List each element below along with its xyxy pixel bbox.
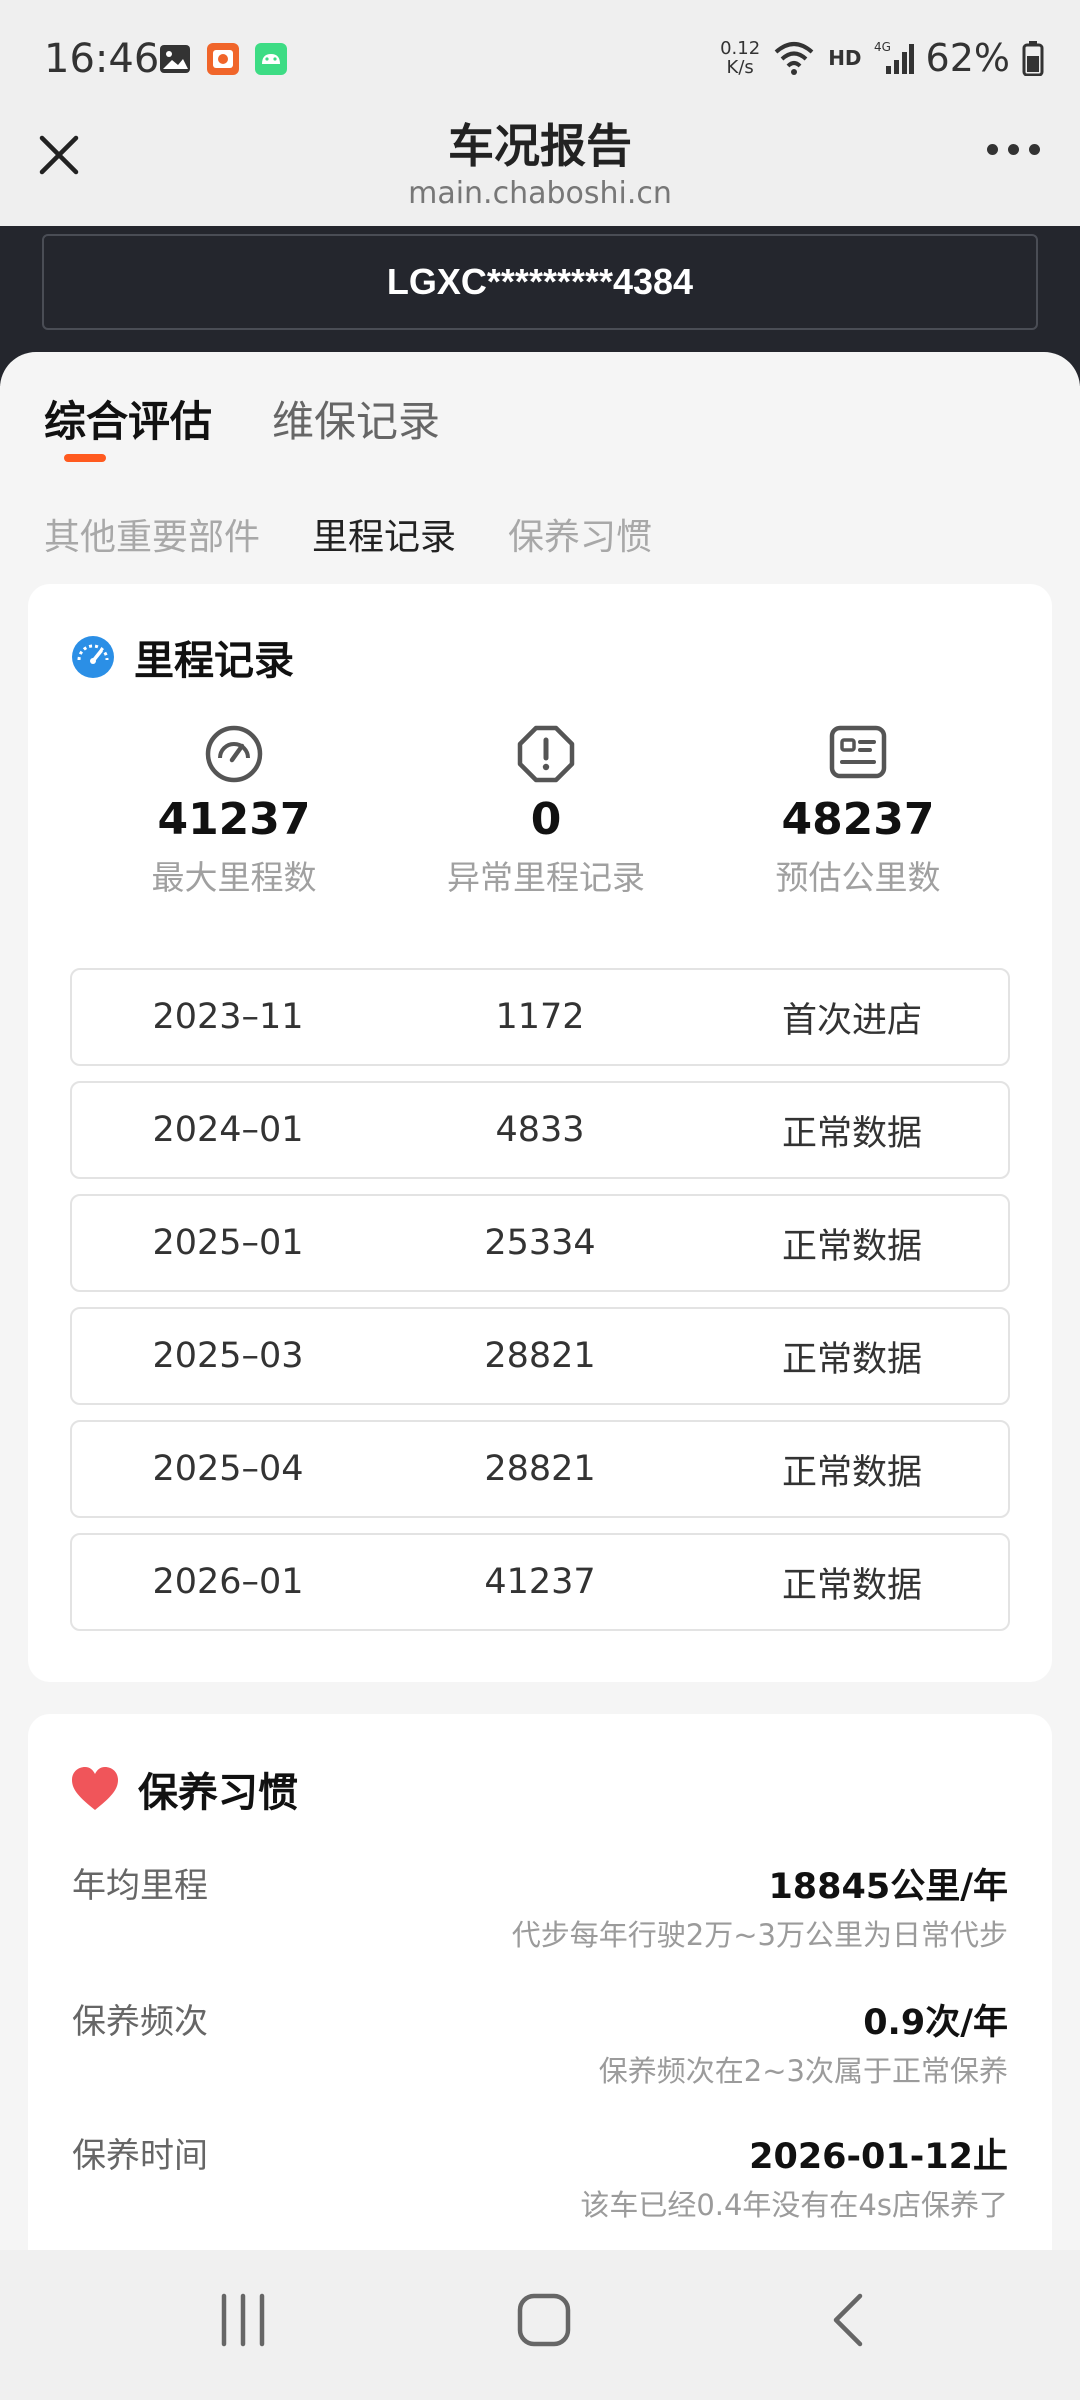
system-nav-bar — [0, 2250, 1080, 2400]
habit-note: 保养频次在2~3次属于正常保养 — [598, 2054, 1008, 2088]
signal-icon: 4G — [874, 40, 914, 74]
tab-maintenance-records[interactable]: 维保记录 — [272, 388, 440, 449]
record-mileage: 25334 — [484, 1223, 596, 1263]
subtab-mileage[interactable]: 里程记录 — [312, 508, 456, 560]
record-mileage: 1172 — [495, 997, 585, 1037]
record-status: 首次进店 — [781, 1000, 922, 1041]
notification-icons — [158, 42, 288, 76]
record-status: 正常数据 — [781, 1226, 922, 1267]
mileage-stats: 41237 最大里程数 0 异常里程记录 48237 预估公里数 — [28, 724, 1052, 899]
stat-label: 异常里程记录 — [447, 858, 645, 897]
stat-value: 0 — [530, 794, 562, 845]
habit-card-title: 保养习惯 — [138, 1770, 298, 1816]
record-status: 正常数据 — [781, 1565, 922, 1606]
stat-value: 48237 — [781, 794, 935, 845]
gauge-icon — [72, 636, 114, 678]
back-icon[interactable] — [830, 2292, 866, 2348]
stat-icon-wrap — [702, 724, 1014, 786]
record-date: 2023–11 — [152, 997, 304, 1037]
more-dot — [1008, 144, 1019, 155]
subtab-maintenance-habit[interactable]: 保养习惯 — [508, 508, 652, 560]
habit-note: 代步每年行驶2万~3万公里为日常代步 — [511, 1918, 1008, 1952]
habit-value: 2026-01-12止 — [749, 2137, 1008, 2177]
table-row: 2025–04 28821 正常数据 — [70, 1420, 1010, 1518]
recent-apps-icon[interactable] — [218, 2292, 268, 2348]
vin-number: LGXC*********4384 — [42, 234, 1038, 330]
habit-card-header: 保养习惯 — [70, 1760, 298, 1818]
report-sheet: 综合评估 维保记录 其他重要部件 里程记录 保养习惯 里程记录 41237 最大… — [0, 352, 1080, 2252]
mileage-records-list: 2023–11 1172 首次进店 2024–01 4833 正常数据 2025… — [70, 968, 1010, 1646]
status-time: 16:46 — [44, 36, 160, 82]
mileage-card-header: 里程记录 — [70, 628, 294, 686]
habit-value: 18845公里/年 — [768, 1867, 1008, 1907]
subtab-other-parts[interactable]: 其他重要部件 — [44, 508, 260, 560]
stat-max-mileage: 41237 最大里程数 — [78, 724, 390, 899]
record-mileage: 28821 — [484, 1336, 596, 1376]
record-mileage: 28821 — [484, 1449, 596, 1489]
table-row: 2025–03 28821 正常数据 — [70, 1307, 1010, 1405]
more-dot — [1029, 144, 1040, 155]
record-status: 正常数据 — [781, 1452, 922, 1493]
record-date: 2024–01 — [152, 1110, 304, 1150]
mileage-card-title: 里程记录 — [134, 638, 294, 684]
tab-overall-evaluation[interactable]: 综合评估 — [44, 388, 212, 449]
stat-estimated-mileage: 48237 预估公里数 — [702, 724, 1014, 899]
tab-active-indicator — [64, 454, 106, 462]
habit-value: 0.9次/年 — [863, 2003, 1008, 2043]
table-row: 2023–11 1172 首次进店 — [70, 968, 1010, 1066]
table-row: 2024–01 4833 正常数据 — [70, 1081, 1010, 1179]
speedometer-icon — [205, 725, 263, 783]
android-icon — [255, 43, 287, 75]
habit-label: 年均里程 — [72, 1866, 208, 1906]
nav-bar: 车况报告 main.chaboshi.cn — [0, 110, 1080, 226]
more-menu-icon[interactable] — [987, 144, 1040, 155]
stat-value: 41237 — [157, 794, 311, 845]
table-row: 2026–01 41237 正常数据 — [70, 1533, 1010, 1631]
record-date: 2026–01 — [152, 1562, 304, 1602]
record-status: 正常数据 — [781, 1339, 922, 1380]
heart-icon — [72, 1767, 118, 1810]
table-row: 2025–01 25334 正常数据 — [70, 1194, 1010, 1292]
stat-abnormal-records: 0 异常里程记录 — [390, 724, 702, 899]
maintenance-habit-card: 保养习惯 年均里程 18845公里/年 代步每年行驶2万~3万公里为日常代步 保… — [28, 1714, 1052, 2252]
more-dot — [987, 144, 998, 155]
hd-label: HD — [828, 46, 862, 70]
speed-unit: K/s — [726, 57, 754, 78]
record-status: 正常数据 — [781, 1113, 922, 1154]
stat-icon-wrap — [78, 724, 390, 786]
habit-label: 保养时间 — [72, 2136, 208, 2176]
habit-label: 保养频次 — [72, 2002, 208, 2042]
habit-note: 该车已经0.4年没有在4s店保养了 — [580, 2188, 1008, 2222]
record-date: 2025–01 — [152, 1223, 304, 1263]
speed-value: 0.12 — [720, 38, 761, 59]
sub-tabs: 其他重要部件 里程记录 保养习惯 — [44, 508, 652, 560]
status-bar: 16:46 0.12 K/s HD 4G 62% — [0, 0, 1080, 110]
stat-icon-wrap — [390, 724, 702, 786]
stat-label: 最大里程数 — [151, 858, 317, 897]
page-title: 车况报告 — [448, 119, 632, 173]
record-date: 2025–03 — [152, 1336, 304, 1376]
record-mileage: 41237 — [484, 1562, 596, 1602]
main-tabs: 综合评估 维保记录 — [44, 388, 440, 449]
network-speed: 0.12 K/s — [720, 39, 760, 77]
page-url: main.chaboshi.cn — [408, 176, 672, 211]
home-icon[interactable] — [516, 2292, 572, 2348]
record-date: 2025–04 — [152, 1449, 304, 1489]
mileage-card: 里程记录 41237 最大里程数 0 异常里程记录 48237 预估公里数 20… — [28, 584, 1052, 1682]
id-card-icon — [829, 725, 887, 779]
alert-octagon-icon — [517, 725, 575, 783]
app-notification-icon — [207, 43, 239, 75]
battery-percent: 62% — [925, 36, 1010, 80]
wifi-icon — [774, 42, 814, 75]
status-right: 0.12 K/s HD 4G 62% — [720, 36, 1044, 80]
stat-label: 预估公里数 — [775, 858, 941, 897]
gallery-icon — [160, 45, 190, 73]
signal-network-label: 4G — [874, 40, 891, 54]
record-mileage: 4833 — [495, 1110, 585, 1150]
battery-icon — [1022, 41, 1044, 76]
